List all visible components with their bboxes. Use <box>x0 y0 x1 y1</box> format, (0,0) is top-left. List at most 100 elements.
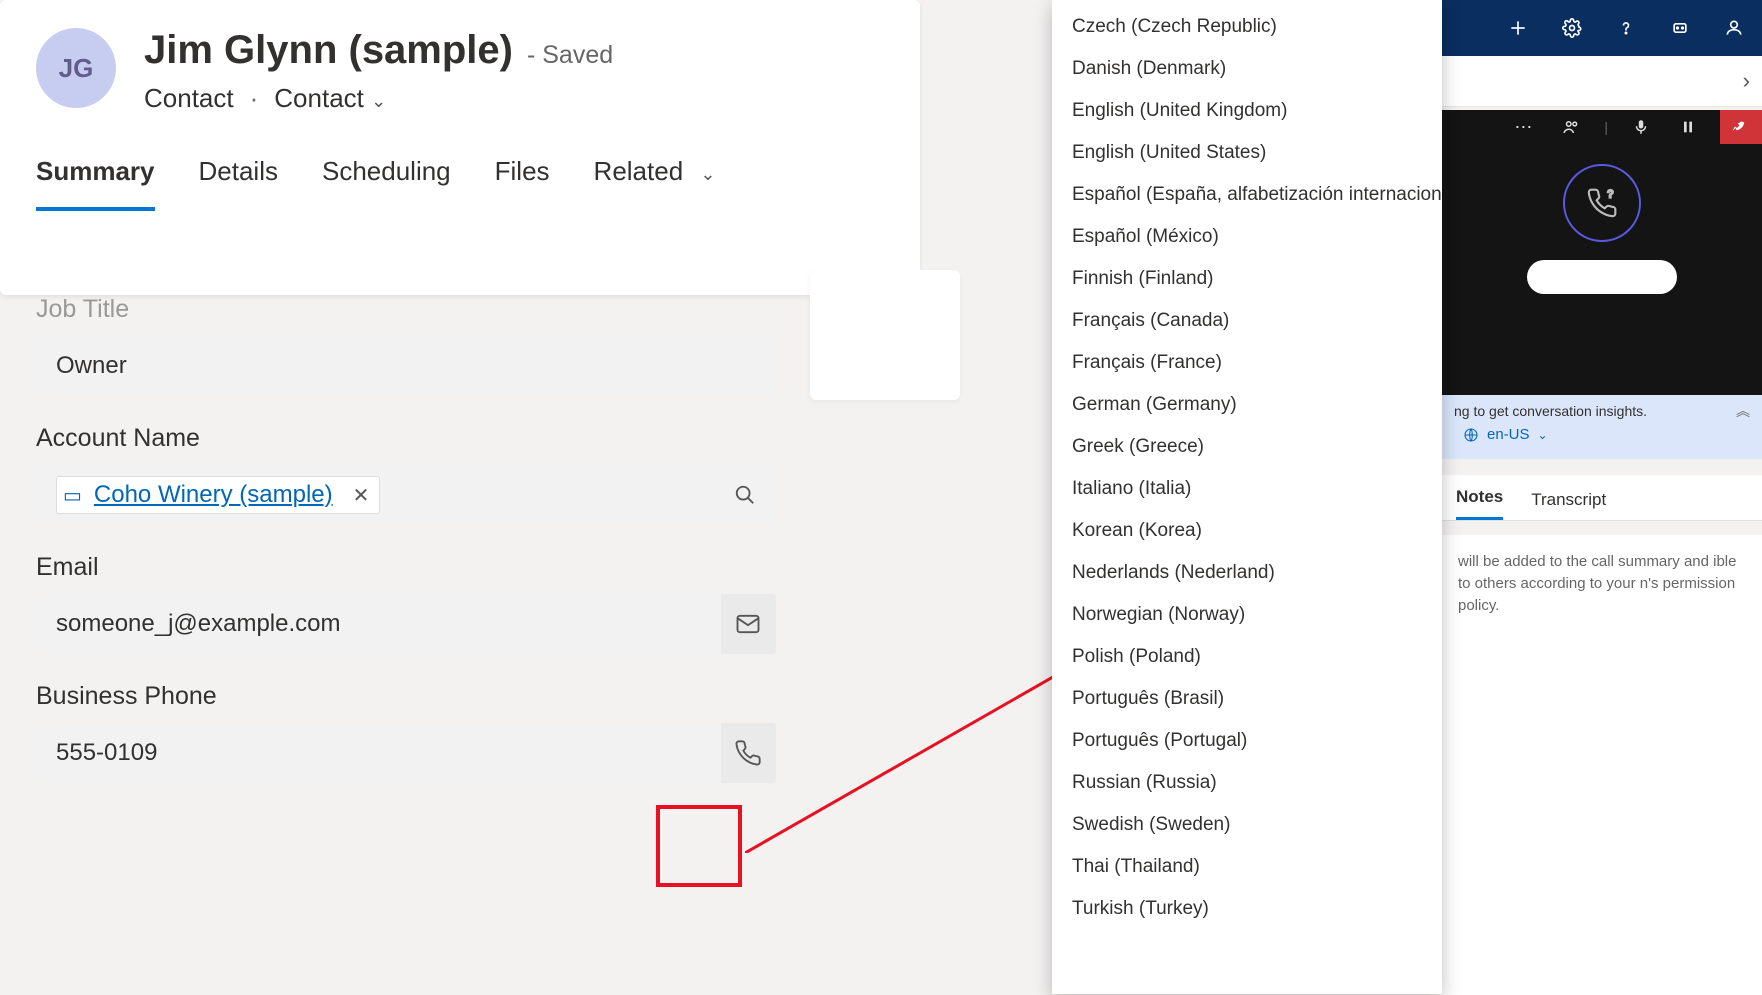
tab-scheduling[interactable]: Scheduling <box>322 156 451 211</box>
contact-title: Jim Glynn (sample) <box>144 28 513 73</box>
language-option[interactable]: Español (México) <box>1052 216 1442 258</box>
language-option[interactable]: Danish (Denmark) <box>1052 48 1442 90</box>
help-icon <box>1616 18 1636 38</box>
phone-label: Business Phone <box>36 682 776 711</box>
expand-panel-button[interactable]: › <box>1743 68 1750 94</box>
record-tabs: Summary Details Scheduling Files Related… <box>36 156 884 211</box>
record-icon: ▭ <box>63 483 82 508</box>
bot-icon <box>1670 18 1690 38</box>
insight-text: ng to get conversation insights. <box>1454 403 1647 419</box>
language-option[interactable]: Italiano (Italia) <box>1052 468 1442 510</box>
job-title-label: Job Title <box>36 295 776 324</box>
language-option[interactable]: Español (España, alfabetización internac… <box>1052 174 1442 216</box>
collapse-insight-icon[interactable]: ︽ <box>1736 401 1750 421</box>
help-button[interactable] <box>1616 18 1636 38</box>
app-top-bar <box>1442 0 1762 56</box>
account-name-field[interactable]: ▭ Coho Winery (sample) ✕ <box>36 465 776 525</box>
add-button[interactable] <box>1508 18 1528 38</box>
language-option[interactable]: German (Germany) <box>1052 384 1442 426</box>
clear-lookup-icon[interactable]: ✕ <box>353 483 370 508</box>
language-option[interactable]: Português (Brasil) <box>1052 678 1442 720</box>
avatar: JG <box>36 28 116 108</box>
phone-field[interactable]: 555-0109 <box>36 723 721 783</box>
breadcrumb-separator: · <box>250 83 259 114</box>
microphone-icon <box>1632 118 1650 136</box>
phone-icon <box>734 739 762 767</box>
tab-related[interactable]: Related ⌄ <box>594 156 716 211</box>
language-option[interactable]: Czech (Czech Republic) <box>1052 6 1442 48</box>
chevron-down-icon: ⌄ <box>1538 428 1548 442</box>
participants-button[interactable] <box>1556 112 1586 142</box>
calling-icon: ? <box>1586 187 1618 219</box>
call-notes-description: will be added to the call summary and ib… <box>1442 535 1762 995</box>
language-option[interactable]: Norwegian (Norway) <box>1052 594 1442 636</box>
language-code-label: en-US <box>1487 426 1530 443</box>
language-option[interactable]: English (United States) <box>1052 132 1442 174</box>
language-option[interactable]: Finnish (Finland) <box>1052 258 1442 300</box>
chevron-down-icon: ⌄ <box>700 164 715 184</box>
save-status: - Saved <box>527 41 613 70</box>
breadcrumb-form-label: Contact <box>274 83 364 113</box>
end-call-button[interactable] <box>1720 110 1762 144</box>
language-option[interactable]: Korean (Korea) <box>1052 510 1442 552</box>
language-option[interactable]: Thai (Thailand) <box>1052 846 1442 888</box>
call-detail-tabs: Notes Transcript <box>1442 475 1762 521</box>
call-panel: ⋯ | ? <box>1442 110 1762 400</box>
language-option[interactable]: Français (France) <box>1052 342 1442 384</box>
breadcrumb: Contact · Contact ⌄ <box>144 83 613 114</box>
email-value: someone_j@example.com <box>56 610 341 638</box>
hold-button[interactable] <box>1674 113 1702 141</box>
chevron-down-icon: ⌄ <box>371 91 386 111</box>
language-option[interactable]: Português (Portugal) <box>1052 720 1442 762</box>
contact-header-card: JG Jim Glynn (sample) - Saved Contact · … <box>0 0 920 295</box>
language-option[interactable]: Russian (Russia) <box>1052 762 1442 804</box>
profile-button[interactable] <box>1724 18 1744 38</box>
search-icon[interactable] <box>734 484 756 506</box>
pause-icon <box>1680 119 1696 135</box>
account-name-label: Account Name <box>36 424 776 453</box>
more-options-button[interactable]: ⋯ <box>1508 111 1538 144</box>
mute-button[interactable] <box>1626 112 1656 142</box>
globe-icon <box>1463 427 1479 443</box>
record-fields: Job Title Owner Account Name ▭ Coho Wine… <box>36 295 776 783</box>
tab-details[interactable]: Details <box>199 156 278 211</box>
phone-value: 555-0109 <box>56 739 157 767</box>
language-option[interactable]: Turkish (Turkey) <box>1052 888 1442 930</box>
language-option[interactable]: Polish (Poland) <box>1052 636 1442 678</box>
language-selector[interactable]: en-US ⌄ <box>1454 421 1557 448</box>
job-title-field[interactable]: Owner <box>36 336 776 396</box>
language-option[interactable]: Swedish (Sweden) <box>1052 804 1442 846</box>
breadcrumb-form[interactable]: Contact ⌄ <box>274 83 386 114</box>
side-card <box>810 270 960 400</box>
job-title-value: Owner <box>56 352 127 380</box>
account-lookup-pill[interactable]: ▭ Coho Winery (sample) ✕ <box>56 476 380 514</box>
panel-collapse-row: › <box>1442 56 1762 106</box>
tab-summary[interactable]: Summary <box>36 156 155 211</box>
hangup-icon <box>1730 116 1752 138</box>
email-field[interactable]: someone_j@example.com <box>36 594 721 654</box>
language-option[interactable]: Nederlands (Nederland) <box>1052 552 1442 594</box>
account-link[interactable]: Coho Winery (sample) <box>94 481 333 509</box>
language-option[interactable]: Greek (Greece) <box>1052 426 1442 468</box>
call-phone-button[interactable] <box>721 723 776 783</box>
mail-icon <box>734 610 762 638</box>
settings-button[interactable] <box>1562 18 1582 38</box>
tab-files[interactable]: Files <box>495 156 550 211</box>
language-option[interactable]: English (United Kingdom) <box>1052 90 1442 132</box>
tab-transcript[interactable]: Transcript <box>1531 490 1606 520</box>
gear-icon <box>1562 18 1582 38</box>
email-label: Email <box>36 553 776 582</box>
caller-name-redacted <box>1527 260 1677 294</box>
tab-related-label: Related <box>594 156 684 186</box>
call-status-ring: ? <box>1563 164 1641 242</box>
language-option[interactable]: Français (Canada) <box>1052 300 1442 342</box>
send-email-button[interactable] <box>721 594 776 654</box>
annotation-box-phone <box>656 805 742 887</box>
call-controls: ⋯ | <box>1442 110 1762 144</box>
conversation-insight-strip: ng to get conversation insights. ︽ en-US… <box>1442 395 1762 459</box>
language-dropdown[interactable]: Czech (Czech Republic)Danish (Denmark)En… <box>1052 0 1442 994</box>
user-icon <box>1724 18 1744 38</box>
people-icon <box>1562 118 1580 136</box>
tab-notes[interactable]: Notes <box>1456 487 1503 520</box>
assistant-button[interactable] <box>1670 18 1690 38</box>
